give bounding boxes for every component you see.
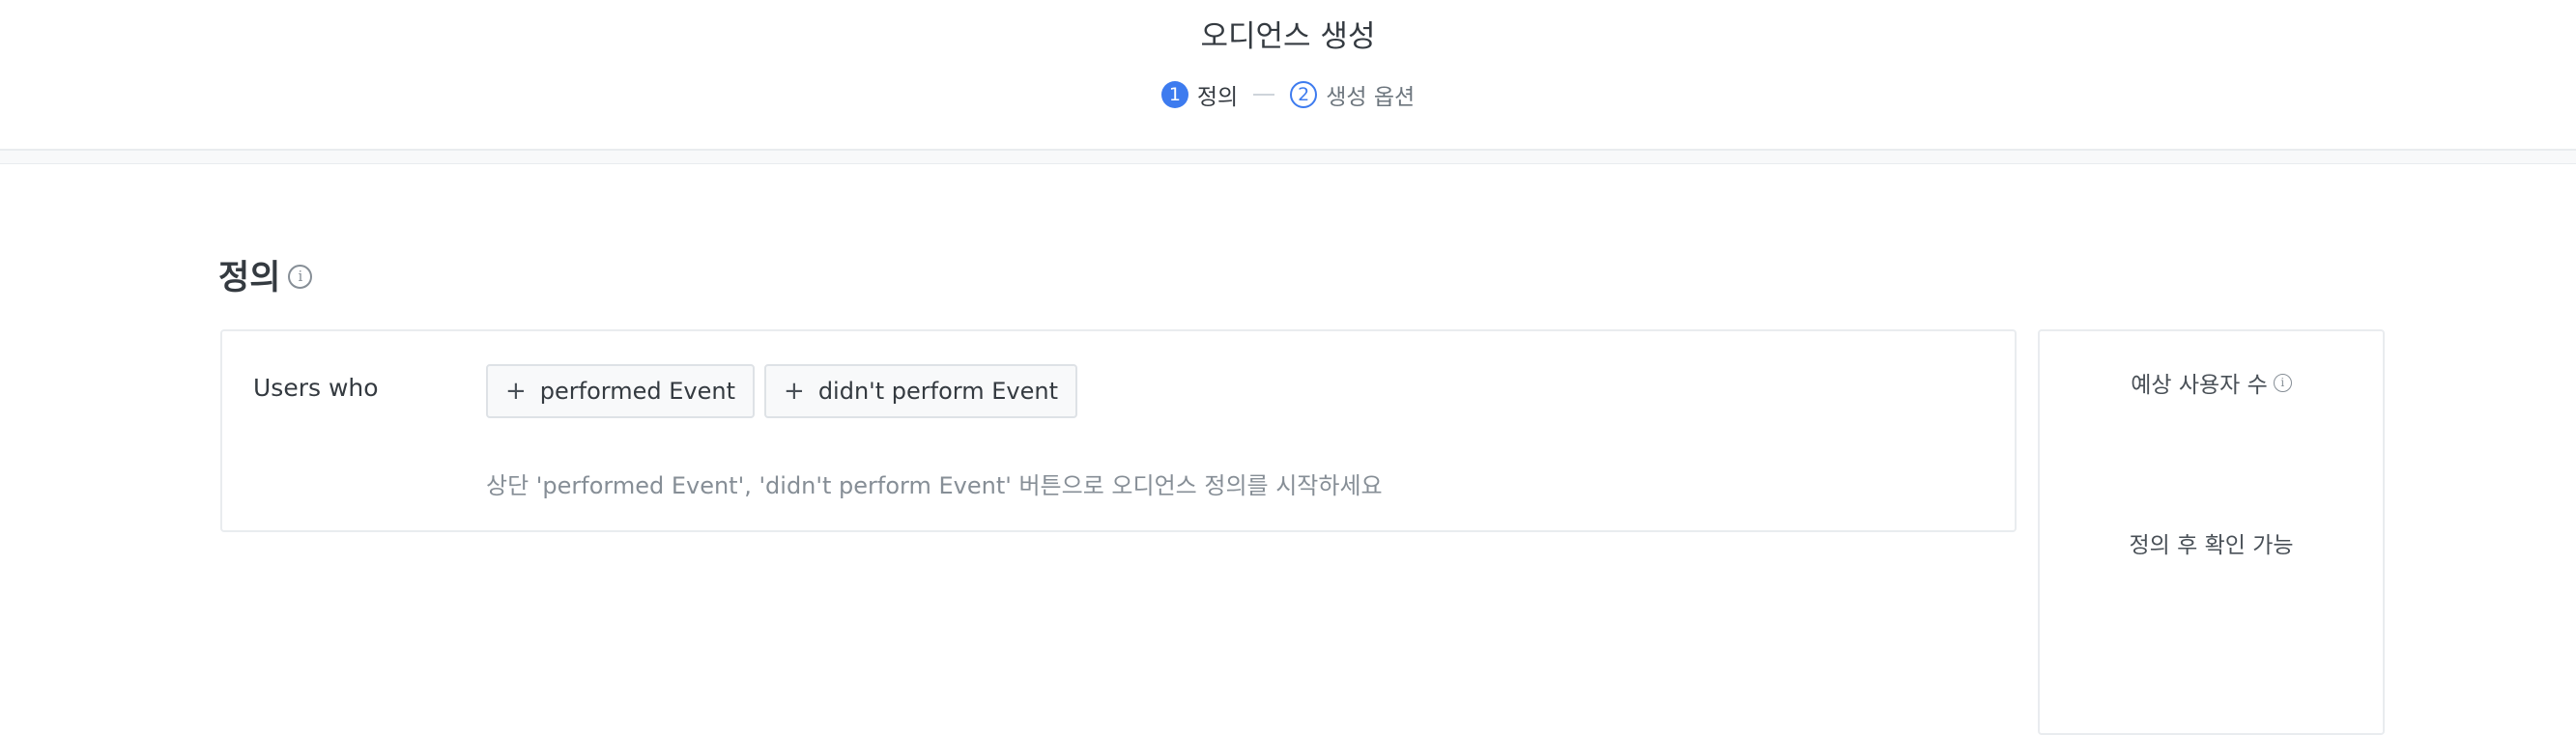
plus-icon: + [784, 377, 805, 406]
button-label: performed Event [539, 378, 736, 405]
users-who-label: Users who [253, 374, 379, 402]
step-number: 1 [1160, 81, 1188, 108]
estimate-card: 예상 사용자 수 i 정의 후 확인 가능 [2038, 329, 2385, 735]
header-divider [0, 151, 2576, 164]
estimate-heading: 예상 사용자 수 i [2040, 366, 2383, 399]
performed-event-button[interactable]: + performed Event [486, 364, 756, 418]
step-definition[interactable]: 1 정의 [1160, 78, 1239, 111]
page-header: 오디언스 생성 1 정의 2 생성 옵션 [0, 0, 2576, 151]
event-button-group: + performed Event + didn't perform Event [486, 364, 1078, 418]
step-create-options[interactable]: 2 생성 옵션 [1290, 78, 1415, 111]
plus-icon: + [505, 377, 527, 406]
step-label: 생성 옵션 [1326, 85, 1416, 110]
estimate-value: 정의 후 확인 가능 [2129, 533, 2294, 558]
step-number: 2 [1290, 81, 1318, 108]
section-heading: 정의 i [218, 253, 313, 297]
estimate-title: 예상 사용자 수 [2131, 373, 2268, 398]
info-icon[interactable]: i [2273, 373, 2292, 392]
info-icon[interactable]: i [288, 264, 313, 289]
page-title: 오디언스 생성 [1200, 19, 1376, 54]
button-label: didn't perform Event [817, 378, 1059, 405]
step-connector [1253, 94, 1275, 96]
hint-text: 상단 'performed Event', 'didn't perform Ev… [486, 472, 1383, 499]
section-title: 정의 [218, 258, 281, 297]
didnt-perform-event-button[interactable]: + didn't perform Event [764, 364, 1078, 418]
definition-card: Users who + performed Event + didn't per… [220, 329, 2017, 532]
stepper: 1 정의 2 생성 옵션 [0, 77, 2576, 112]
step-label: 정의 [1196, 85, 1239, 110]
